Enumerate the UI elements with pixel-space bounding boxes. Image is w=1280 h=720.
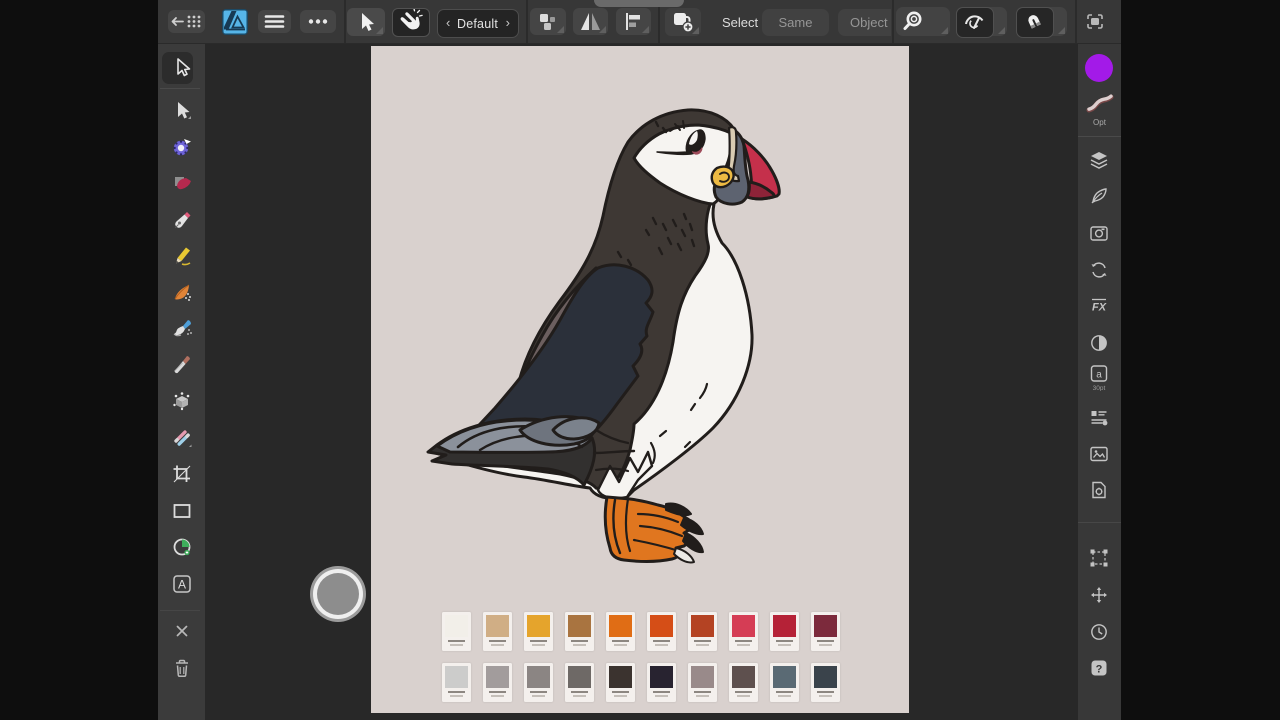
- svg-text:a: a: [1096, 370, 1102, 381]
- svg-text:A: A: [178, 578, 186, 592]
- svg-text:?: ?: [1096, 664, 1103, 676]
- svg-text:30pt: 30pt: [1093, 385, 1106, 391]
- svg-text:FX: FX: [1092, 302, 1107, 314]
